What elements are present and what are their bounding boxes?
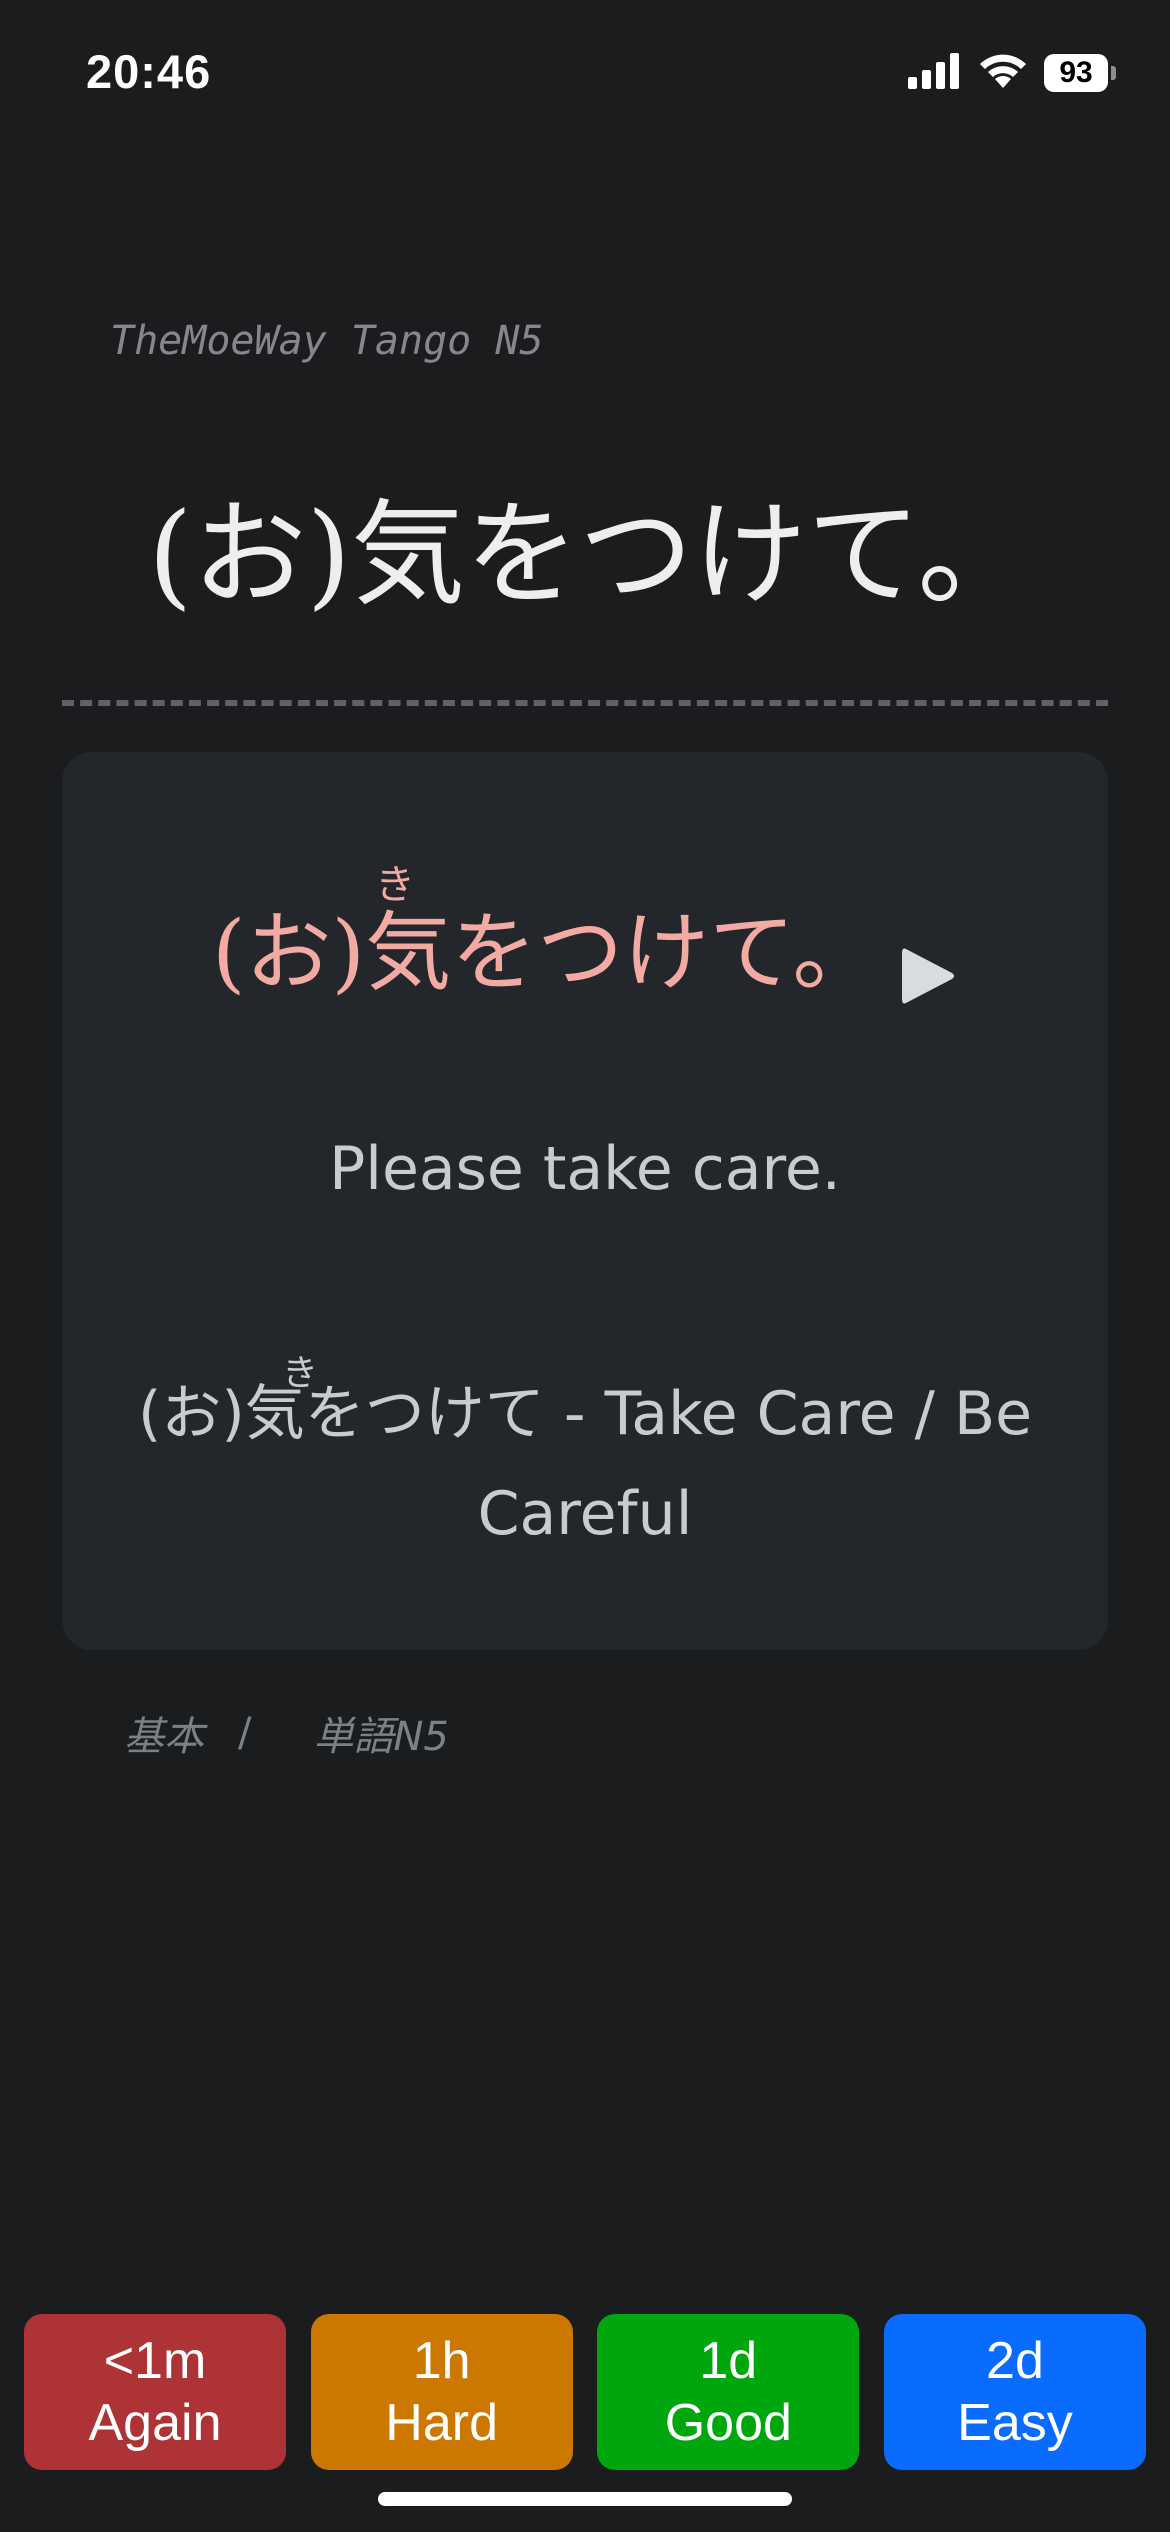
easy-label: Easy (957, 2394, 1073, 2452)
sentence-furigana: き (282, 1353, 319, 1394)
answer-divider (62, 700, 1108, 706)
example-sentence: (お)気をつけて - Take Care / Be Careful (137, 1379, 1033, 1549)
signal-icon (908, 53, 962, 93)
tag-separator: / (238, 1710, 252, 1756)
play-icon (902, 948, 954, 1004)
reading-expression: (お)気をつけて。 (212, 903, 879, 1003)
meaning-text: Please take care. (329, 1134, 841, 1204)
reading-row: き (お)気をつけて。 (212, 862, 879, 1005)
hard-interval: 1h (412, 2332, 471, 2390)
tag-list: 基本 / 単語N5 (124, 1704, 449, 1762)
hard-label: Hard (385, 2394, 499, 2452)
again-button[interactable]: <1m Again (24, 2314, 286, 2470)
again-label: Again (88, 2394, 222, 2452)
review-screen: 20:46 93 TheMoeWay Tango N5 (お)気をつけて。 き … (0, 0, 1170, 2532)
good-button[interactable]: 1d Good (597, 2314, 860, 2470)
easy-button[interactable]: 2d Easy (883, 2314, 1146, 2470)
good-label: Good (664, 2394, 792, 2452)
status-time: 20:46 (86, 45, 212, 98)
play-audio-button[interactable] (898, 944, 958, 1008)
good-interval: 1d (699, 2332, 758, 2390)
again-interval: <1m (103, 2332, 207, 2390)
battery-icon: 93 (1044, 54, 1116, 92)
wifi-icon (978, 52, 1028, 94)
hard-button[interactable]: 1h Hard (310, 2314, 573, 2470)
easy-interval: 2d (986, 2332, 1044, 2390)
answer-button-bar: <1m Again 1h Hard 1d Good 2d Easy (24, 2314, 1146, 2470)
tag-item[interactable]: 基本 (124, 1704, 204, 1762)
answer-card: き (お)気をつけて。 Please take care. き (お)気をつけて… (62, 752, 1108, 1650)
sentence-wrap: き (お)気をつけて - Take Care / Be Careful (102, 1353, 1068, 1564)
home-indicator[interactable] (378, 2492, 792, 2506)
tag-item[interactable]: 単語N5 (313, 1704, 448, 1762)
front-expression: (お)気をつけて。 (148, 488, 1032, 621)
battery-level: 93 (1044, 54, 1108, 92)
expression-furigana: き (375, 862, 415, 908)
status-icons: 93 (908, 52, 1116, 94)
deck-name: TheMoeWay Tango N5 (110, 318, 544, 364)
